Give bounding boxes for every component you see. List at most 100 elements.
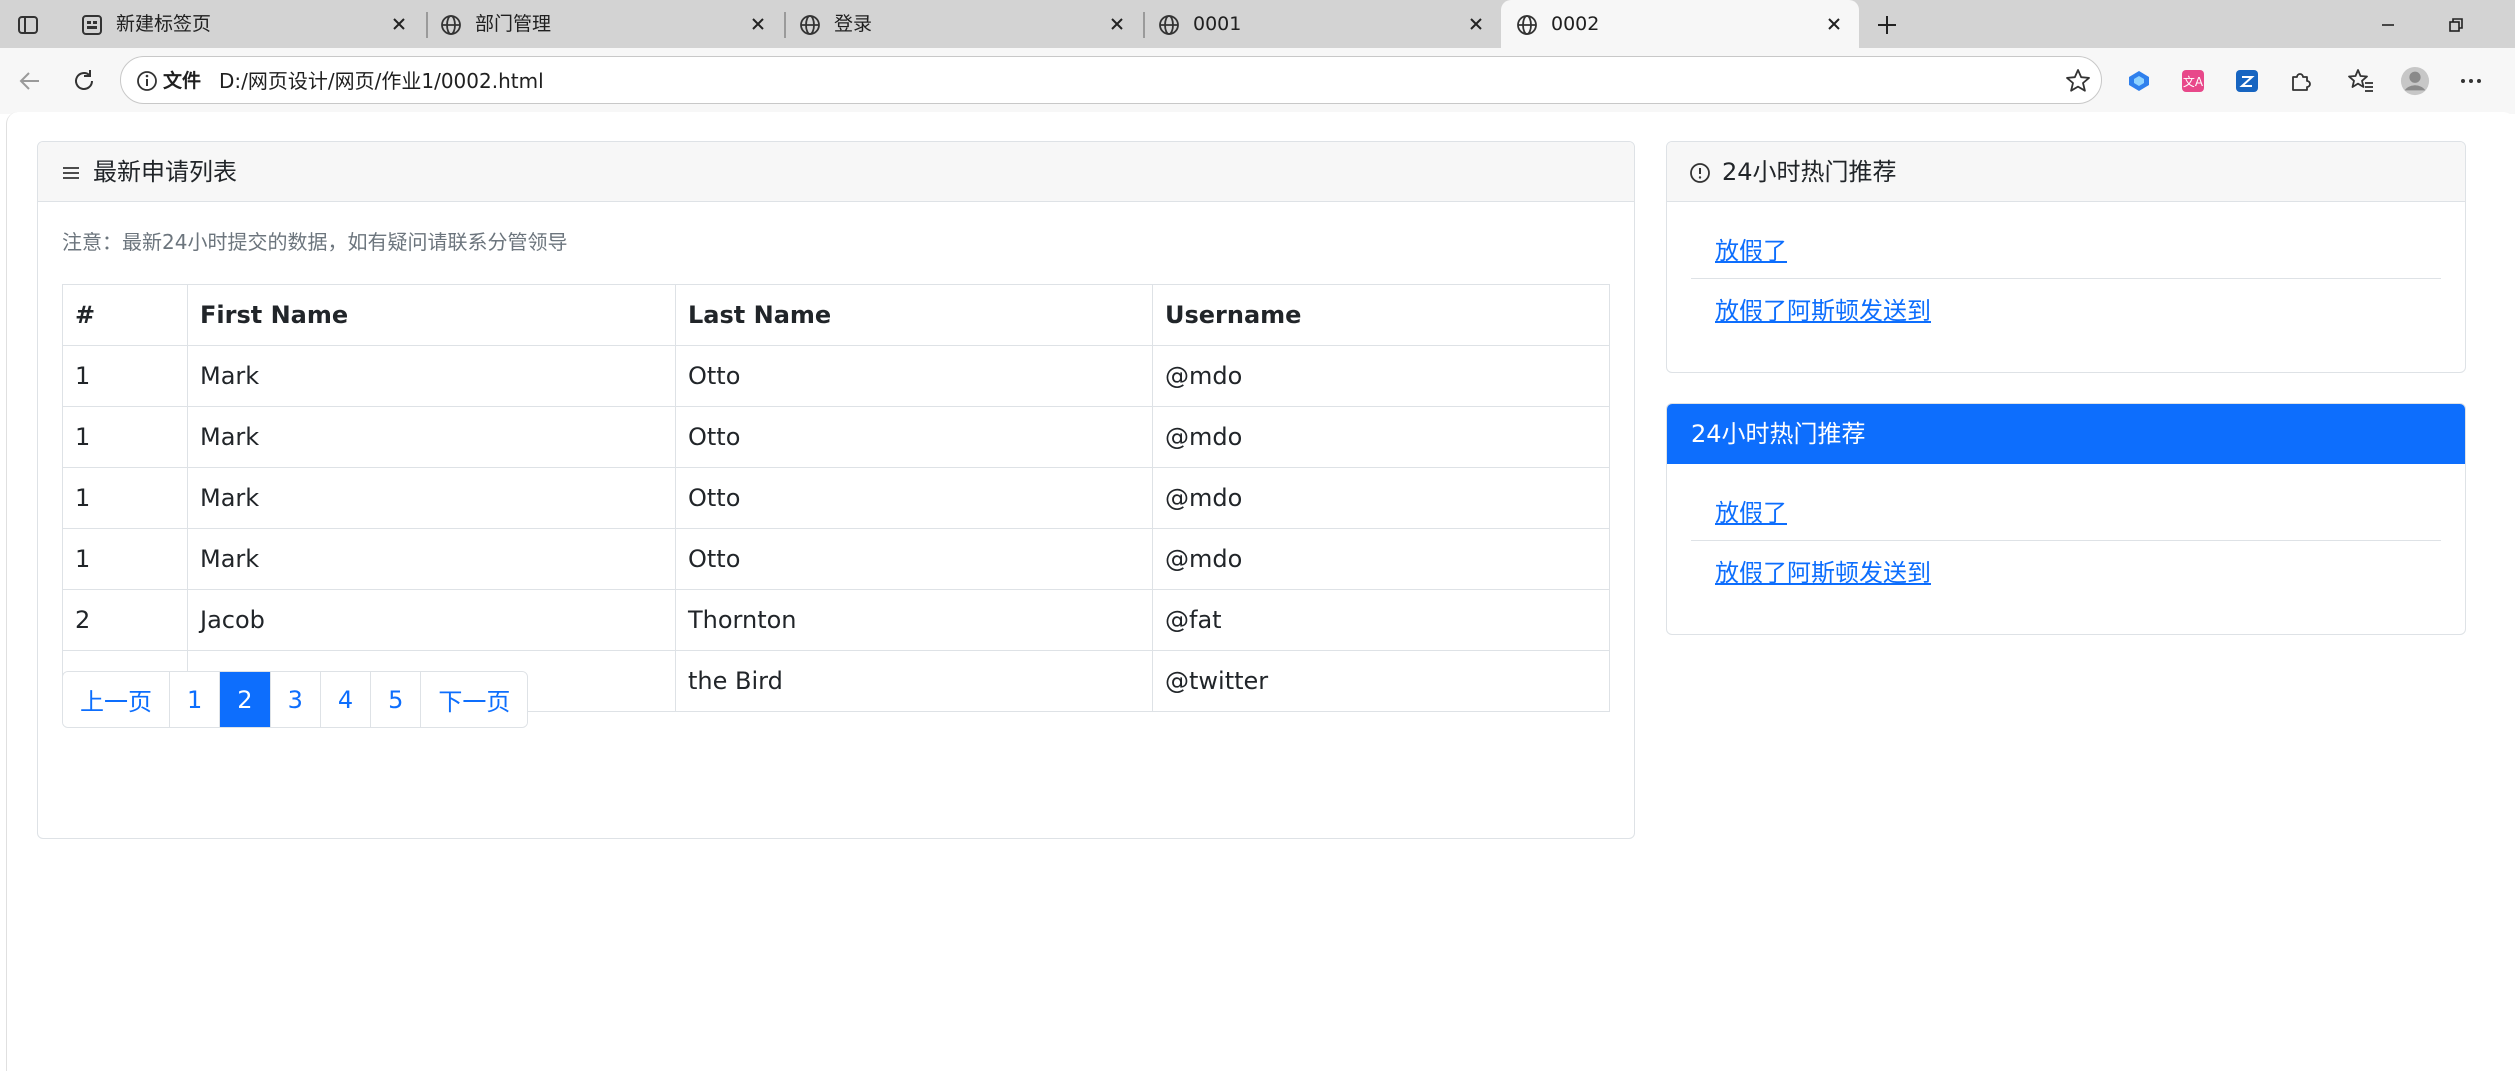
tab-0001[interactable]: 0001	[1143, 0, 1501, 48]
recommend-link[interactable]: 放假了	[1691, 218, 2441, 278]
tab-login[interactable]: 登录	[784, 0, 1142, 48]
recommend-list: 放假了 放假了阿斯顿发送到	[1691, 480, 2441, 600]
tab-new-tab[interactable]: 新建标签页	[66, 0, 424, 48]
extension-copilot-button[interactable]	[2124, 66, 2154, 96]
list-icon	[63, 167, 79, 179]
translate-extension-icon: 文A	[2182, 70, 2204, 92]
pagination: 上一页 1 2 3 4 5 下一页	[62, 671, 529, 728]
arrow-left-icon	[19, 72, 39, 90]
table-cell: @mdo	[1152, 528, 1610, 590]
recommend-list: 放假了 放假了阿斯顿发送到	[1691, 218, 2441, 338]
zhihu-extension-icon	[2236, 70, 2258, 92]
table-cell: 1	[62, 528, 188, 590]
column-header: Username	[1152, 284, 1610, 346]
info-icon[interactable]	[135, 69, 159, 93]
tab-department[interactable]: 部门管理	[425, 0, 783, 48]
panel-title: 24小时热门推荐	[1691, 420, 1866, 448]
table-cell: Mark	[187, 406, 676, 468]
panel-header: 最新申请列表	[38, 142, 1634, 202]
pagination-prev-button[interactable]: 上一页	[63, 672, 169, 727]
tab-title: 新建标签页	[116, 13, 212, 35]
recommend-link[interactable]: 放假了	[1691, 480, 2441, 540]
pagination-page-1[interactable]: 1	[169, 672, 220, 727]
tab-close-button[interactable]	[1465, 13, 1487, 35]
table-cell: 1	[62, 345, 188, 407]
table-cell: the Bird	[675, 650, 1153, 712]
extension-zhihu-button[interactable]	[2232, 66, 2262, 96]
tab-close-button[interactable]	[388, 13, 410, 35]
minimize-icon	[2382, 24, 2394, 26]
table-cell: 2	[62, 589, 188, 651]
profile-button[interactable]	[2400, 66, 2430, 96]
address-scheme-label: 文件	[163, 70, 202, 92]
address-bar[interactable]: 文件 D:/网页设计/网页/作业1/0002.html	[120, 56, 2102, 104]
globe-icon	[1517, 15, 1537, 35]
tab-0002[interactable]: 0002	[1501, 0, 1859, 48]
recommend-link[interactable]: 放假了阿斯顿发送到	[1691, 278, 2441, 338]
table-cell: Mark	[187, 528, 676, 590]
tab-actions-button[interactable]	[14, 11, 42, 39]
column-header: #	[62, 284, 188, 346]
minimize-button[interactable]	[2373, 10, 2403, 40]
applications-table: # First Name Last Name Username 1 Mark O…	[62, 284, 1610, 712]
svg-text:文A: 文A	[2183, 74, 2204, 89]
new-tab-page-icon	[82, 15, 102, 35]
extensions-button[interactable]	[2286, 66, 2316, 96]
latest-applications-panel: 最新申请列表 注意：最新24小时提交的数据，如有疑问请联系分管领导 # Firs…	[37, 141, 1635, 839]
panel-header: 24小时热门推荐	[1667, 142, 2465, 202]
refresh-button[interactable]	[68, 65, 100, 97]
pagination-page-5[interactable]: 5	[370, 672, 421, 727]
address-url[interactable]: D:/网页设计/网页/作业1/0002.html	[219, 69, 544, 93]
panel-note: 注意：最新24小时提交的数据，如有疑问请联系分管领导	[62, 230, 568, 254]
avatar-icon	[2400, 66, 2430, 96]
more-icon	[2461, 79, 2481, 83]
close-icon	[393, 18, 405, 30]
pagination-next-button[interactable]: 下一页	[420, 672, 528, 727]
table-cell: @mdo	[1152, 406, 1610, 468]
tab-title: 部门管理	[475, 13, 552, 35]
pagination-page-4[interactable]: 4	[319, 672, 371, 727]
copilot-extension-icon	[2129, 71, 2149, 91]
restore-button[interactable]	[2441, 10, 2471, 40]
table-row: 1 Mark Otto @mdo	[62, 406, 1610, 468]
panel-header: 24小时热门推荐	[1667, 404, 2465, 464]
more-menu-button[interactable]	[2456, 66, 2486, 96]
table-row: 1 Mark Otto @mdo	[62, 528, 1610, 590]
hot-recommend-panel: 24小时热门推荐 放假了 放假了阿斯顿发送到	[1666, 141, 2466, 373]
tab-close-button[interactable]	[747, 13, 769, 35]
extension-translate-button[interactable]: 文A	[2178, 66, 2208, 96]
table-header-row: # First Name Last Name Username	[62, 284, 1610, 346]
table-cell: Otto	[675, 528, 1153, 590]
tab-title: 0001	[1193, 13, 1242, 35]
table-row: 2 Jacob Thornton @fat	[62, 589, 1610, 651]
pagination-page-3[interactable]: 3	[269, 672, 320, 727]
table-cell: Mark	[187, 467, 676, 529]
favorites-icon	[2348, 69, 2373, 92]
table-cell: Otto	[675, 406, 1153, 468]
table-cell: @mdo	[1152, 345, 1610, 407]
table-cell: Mark	[187, 345, 676, 407]
new-tab-button[interactable]	[1872, 10, 1902, 40]
info-icon	[1690, 163, 1710, 183]
globe-icon	[441, 15, 461, 35]
table-cell: 1	[62, 467, 188, 529]
panel-title: 24小时热门推荐	[1722, 158, 1897, 186]
star-icon[interactable]	[2065, 68, 2091, 94]
table-row: 1 Mark Otto @mdo	[62, 467, 1610, 529]
back-button[interactable]	[14, 65, 46, 97]
tab-actions-icon	[18, 16, 38, 34]
favorites-button[interactable]	[2346, 66, 2376, 96]
hot-recommend-panel-primary: 24小时热门推荐 放假了 放假了阿斯顿发送到	[1666, 403, 2466, 635]
tab-close-button[interactable]	[1823, 13, 1845, 35]
restore-icon	[2449, 18, 2463, 32]
pagination-page-2[interactable]: 2	[219, 672, 270, 727]
panel-title: 最新申请列表	[93, 158, 237, 186]
tab-strip: 新建标签页 部门管理 登录 0001 0002	[0, 0, 2515, 48]
table-cell: 1	[62, 406, 188, 468]
tab-title: 登录	[834, 13, 873, 35]
plus-icon	[1878, 16, 1896, 34]
tab-close-button[interactable]	[1106, 13, 1128, 35]
close-icon	[752, 18, 764, 30]
recommend-link[interactable]: 放假了阿斯顿发送到	[1691, 540, 2441, 600]
table-cell: Otto	[675, 467, 1153, 529]
